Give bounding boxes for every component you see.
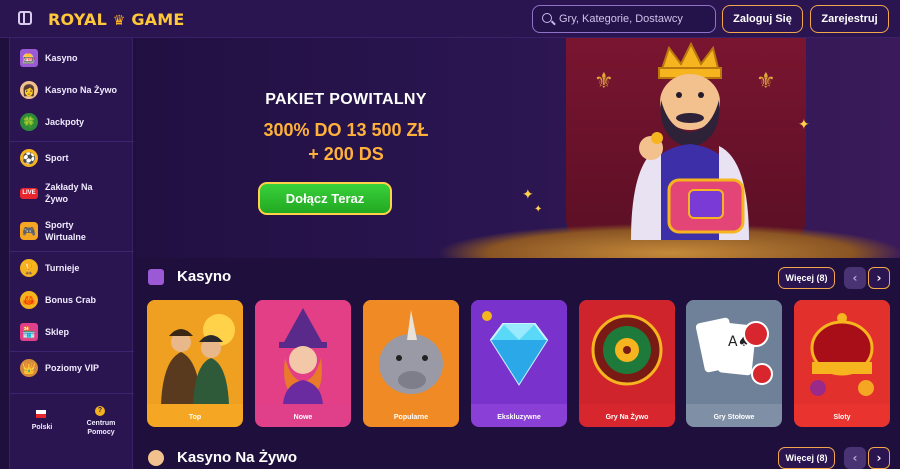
logo[interactable]: ROYAL ♛ GAME: [48, 10, 184, 29]
sidebar-divider: [10, 393, 134, 394]
category-label: Gry Stołowe: [713, 414, 755, 421]
dealer-icon: 👩: [20, 81, 38, 99]
promo-bonus-line: 300% DO 13 500 ZŁ: [263, 120, 429, 140]
rhino-image: [363, 300, 459, 404]
sidebar-item-label: Kasyno: [45, 53, 78, 63]
top-header: ROYAL ♛ GAME Zaloguj Się Zarejestruj: [0, 0, 900, 38]
more-button-kasyno-na-zywo[interactable]: Więcej (8): [778, 447, 835, 469]
promo-spins-line: + 200 DS: [308, 144, 384, 164]
chevron-right-icon[interactable]: ›: [868, 267, 890, 289]
sidebar-item-label: Poziomy VIP: [45, 363, 100, 373]
join-now-button[interactable]: Dołącz Teraz: [258, 182, 392, 215]
category-label: Ekskluzywne: [497, 414, 541, 421]
promo-title: PAKIET POWITALNY: [265, 91, 427, 108]
category-card-top[interactable]: Top: [147, 300, 243, 427]
playing-cards-image: A♠: [686, 300, 782, 404]
sparkle-icon: ✦: [534, 204, 543, 215]
category-label: Popularne: [393, 414, 429, 421]
witch-image: [255, 300, 351, 404]
category-card-popularne[interactable]: Popularne: [363, 300, 459, 427]
sidebar-item-label: Turnieje: [45, 263, 80, 273]
crab-icon: 🦀: [20, 291, 38, 309]
search-input[interactable]: [559, 11, 709, 27]
category-card-nowe[interactable]: Nowe: [255, 300, 351, 427]
trophy-icon: 🏆: [20, 259, 38, 277]
sidebar-item-poziomy-vip[interactable]: 👑 Poziomy VIP: [10, 358, 134, 378]
vip-icon: 👑: [20, 359, 38, 377]
help-center-button[interactable]: Centrum Pomocy: [78, 419, 124, 437]
category-card-sloty[interactable]: Sloty: [794, 300, 890, 427]
sidebar-item-label: Kasyno Na Żywo: [45, 85, 118, 95]
sidebar-item-label: Sklep: [45, 327, 70, 337]
sparkle-icon: ✦: [522, 186, 534, 202]
category-card-gry-na-zywo[interactable]: Gry Na Żywo: [579, 300, 675, 427]
category-card-ekskluzywne[interactable]: Ekskluzywne: [471, 300, 567, 427]
category-label: Top: [188, 414, 202, 421]
sidebar-item-label: Sporty Wirtualne: [45, 220, 86, 242]
sidebar-toggle-icon[interactable]: [18, 11, 32, 25]
slot-machine-icon: [148, 269, 164, 285]
sidebar-item-label: Jackpoty: [45, 117, 85, 127]
sidebar-divider: [10, 351, 134, 352]
section-title-kasyno: Kasyno: [177, 268, 232, 285]
live-icon: LIVE: [20, 187, 38, 199]
sidebar-item-sklep[interactable]: 🏪 Sklep: [10, 322, 134, 342]
king-mascot-image: [631, 41, 749, 240]
sidebar-item-kasyno-na-zywo[interactable]: 👩 Kasyno Na Żywo: [10, 80, 134, 100]
ball-icon: ⚽: [20, 149, 38, 167]
crown-icon: ♛: [112, 13, 126, 29]
adventurers-image: [147, 300, 243, 404]
sparkle-icon: ✦: [798, 116, 810, 132]
gamepad-icon: 🎮: [20, 222, 38, 240]
logo-text-royal: ROYAL: [48, 10, 107, 29]
category-label: Gry Na Żywo: [605, 414, 649, 421]
poland-flag-icon: [36, 410, 46, 418]
sidebar-divider: [10, 141, 134, 142]
login-button[interactable]: Zaloguj Się: [722, 5, 803, 33]
chevron-left-icon[interactable]: ‹: [844, 447, 866, 469]
sidebar-item-label: Sport: [45, 153, 69, 163]
more-button-kasyno[interactable]: Więcej (8): [778, 267, 835, 289]
clover-icon: 🍀: [20, 113, 38, 131]
crown-slots-image: [794, 300, 890, 404]
category-label: Sloty: [833, 414, 851, 421]
sidebar-item-label: Zakłady Na Żywo: [45, 182, 93, 204]
sidebar-divider: [10, 251, 134, 252]
chevron-right-icon[interactable]: ›: [868, 447, 890, 469]
diamond-image: [471, 300, 567, 404]
category-card-gry-stolowe[interactable]: A♠ Gry Stołowe: [686, 300, 782, 427]
sidebar-item-label: Bonus Crab: [45, 295, 97, 305]
sidebar-item-zaklady-na-zywo[interactable]: LIVE Zakłady Na Żywo: [10, 180, 134, 206]
sidebar: 🎰 Kasyno 👩 Kasyno Na Żywo 🍀 Jackpoty ⚽ S…: [9, 38, 134, 469]
slot-machine-icon: 🎰: [20, 49, 38, 67]
search-icon: [542, 13, 552, 23]
help-icon: ?: [95, 406, 105, 416]
dealer-icon: [148, 450, 164, 466]
promo-banner: ⚜ ⚜ ✦ ✦ ✦ PAKIET POWITALNY 300% DO 13 50…: [136, 38, 900, 258]
roulette-image: [579, 300, 675, 404]
search-box[interactable]: [532, 5, 716, 33]
sidebar-item-turnieje[interactable]: 🏆 Turnieje: [10, 258, 134, 278]
sidebar-item-jackpoty[interactable]: 🍀 Jackpoty: [10, 112, 134, 132]
chevron-left-icon[interactable]: ‹: [844, 267, 866, 289]
shop-icon: 🏪: [20, 323, 38, 341]
sidebar-item-sport[interactable]: ⚽ Sport: [10, 148, 134, 168]
sidebar-item-kasyno[interactable]: 🎰 Kasyno: [10, 48, 134, 68]
language-button[interactable]: Polski: [24, 424, 60, 431]
register-button[interactable]: Zarejestruj: [810, 5, 889, 33]
logo-text-game: GAME: [131, 10, 185, 29]
section-title-kasyno-na-zywo: Kasyno Na Żywo: [177, 449, 298, 466]
category-label: Nowe: [293, 414, 313, 421]
sidebar-item-bonus-crab[interactable]: 🦀 Bonus Crab: [10, 290, 134, 310]
sidebar-item-sporty-wirtualne[interactable]: 🎮 Sporty Wirtualne: [10, 218, 134, 244]
